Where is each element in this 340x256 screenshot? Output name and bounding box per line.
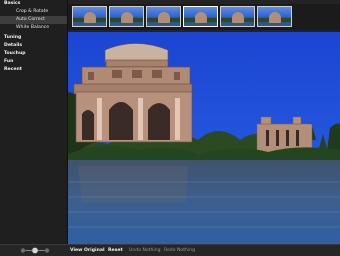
reset-button[interactable]: Reset [108, 245, 123, 256]
filmstrip-thumbnail[interactable] [72, 6, 107, 27]
zoom-control[interactable] [20, 247, 50, 254]
category-touchup[interactable]: Touchup [0, 50, 67, 58]
zoom-slider-thumb [31, 247, 39, 254]
category-tuning[interactable]: Tuning [0, 34, 67, 42]
bottom-toolbar: View Original Reset Undo Nothing Redo No… [0, 244, 340, 256]
filmstrip-thumbnail-selected[interactable] [183, 6, 218, 27]
zoom-out-icon [20, 248, 26, 253]
sidebar-item-crop-rotate[interactable]: Crop & Rotate [0, 8, 67, 16]
filmstrip-thumbnail[interactable] [220, 6, 255, 27]
redo-button[interactable]: Redo Nothing [164, 245, 195, 256]
zoom-in-icon [44, 248, 50, 253]
palace-photo [68, 32, 340, 244]
category-recent[interactable]: Recent [0, 66, 67, 74]
sidebar-item-white-balance[interactable]: White Balance [0, 24, 67, 32]
undo-button[interactable]: Undo Nothing [129, 245, 161, 256]
filmstrip-thumbnail[interactable] [109, 6, 144, 27]
photo-preview[interactable] [68, 32, 340, 244]
view-original-button[interactable]: View Original [70, 245, 105, 256]
category-basics[interactable]: Basics [0, 0, 67, 8]
category-details[interactable]: Details [0, 42, 67, 50]
category-fun[interactable]: Fun [0, 58, 67, 66]
filmstrip-thumbnail[interactable] [257, 6, 292, 27]
sidebar: Basics Crop & Rotate Auto Correct White … [0, 0, 68, 255]
filmstrip-thumbnail[interactable] [146, 6, 181, 27]
sidebar-item-auto-correct[interactable]: Auto Correct [0, 16, 67, 24]
filmstrip [68, 4, 340, 30]
